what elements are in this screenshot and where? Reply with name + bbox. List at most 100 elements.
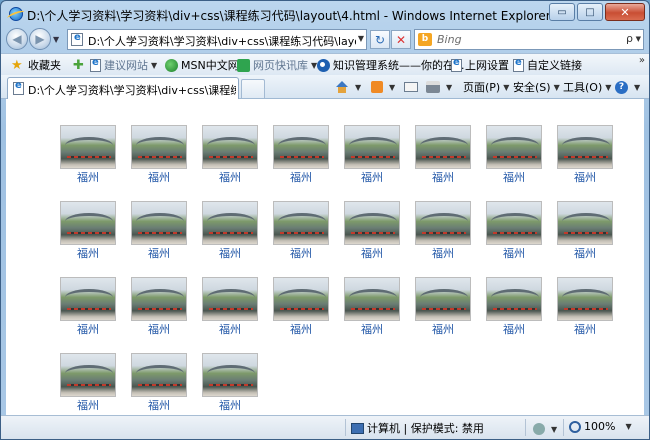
thumbnail-item[interactable]: 福州 (344, 277, 400, 336)
thumbnail-image[interactable] (202, 277, 258, 321)
thumbnail-caption[interactable]: 福州 (202, 399, 258, 412)
thumbnail-image[interactable] (486, 201, 542, 245)
thumbnail-caption[interactable]: 福州 (486, 247, 542, 260)
thumbnail-caption[interactable]: 福州 (557, 171, 613, 184)
forward-button[interactable]: ▶ (29, 28, 51, 50)
thumbnail-caption[interactable]: 福州 (344, 247, 400, 260)
thumbnail-image[interactable] (415, 125, 471, 169)
thumbnail-item[interactable]: 福州 (344, 125, 400, 184)
thumbnail-caption[interactable]: 福州 (344, 323, 400, 336)
close-button[interactable]: ✕ (605, 3, 645, 21)
thumbnail-image[interactable] (131, 353, 187, 397)
thumbnail-image[interactable] (273, 201, 329, 245)
thumbnail-caption[interactable]: 福州 (486, 323, 542, 336)
safety-menu[interactable]: 安全(S) ▼ (513, 78, 560, 96)
print-button[interactable]: ▼ (426, 78, 452, 96)
zoom-control[interactable]: 100% ▼ (569, 420, 632, 433)
thumbnail-caption[interactable]: 福州 (202, 171, 258, 184)
maximize-button[interactable]: □ (577, 3, 603, 21)
thumbnail-caption[interactable]: 福州 (415, 171, 471, 184)
thumbnail-image[interactable] (131, 125, 187, 169)
thumbnail-image[interactable] (415, 277, 471, 321)
page-menu[interactable]: 页面(P) ▼ (463, 78, 509, 96)
thumbnail-item[interactable]: 福州 (131, 353, 187, 412)
thumbnail-caption[interactable]: 福州 (486, 171, 542, 184)
tools-menu[interactable]: 工具(O) ▼ (563, 78, 611, 96)
thumbnail-caption[interactable]: 福州 (202, 247, 258, 260)
thumbnail-caption[interactable]: 福州 (415, 247, 471, 260)
thumbnail-item[interactable]: 福州 (131, 201, 187, 260)
thumbnail-caption[interactable]: 福州 (557, 323, 613, 336)
search-box[interactable]: b Bing ρ ▼ (414, 29, 644, 50)
thumbnail-image[interactable] (202, 353, 258, 397)
thumbnail-image[interactable] (60, 353, 116, 397)
thumbnail-item[interactable]: 福州 (486, 201, 542, 260)
thumbnail-image[interactable] (557, 277, 613, 321)
thumbnail-item[interactable]: 福州 (60, 353, 116, 412)
thumbnail-caption[interactable]: 福州 (131, 247, 187, 260)
help-button[interactable]: ? ▼ (615, 78, 640, 96)
thumbnail-item[interactable]: 福州 (273, 125, 329, 184)
knowledge-system-link[interactable]: 知识管理系统——你的在... (317, 57, 465, 73)
address-bar[interactable]: D:\个人学习资料\学习资料\div+css\课程练习代码\layout\4.h… (67, 29, 367, 50)
thumbnail-item[interactable]: 福州 (60, 201, 116, 260)
mail-button[interactable] (404, 78, 421, 96)
thumbnail-caption[interactable]: 福州 (273, 247, 329, 260)
thumbnail-image[interactable] (344, 277, 400, 321)
recent-pages-dropdown[interactable]: ▼ (53, 35, 59, 44)
thumbnail-item[interactable]: 福州 (273, 201, 329, 260)
thumbnail-item[interactable]: 福州 (202, 353, 258, 412)
thumbnail-item[interactable]: 福州 (273, 277, 329, 336)
home-button[interactable]: ▼ (335, 78, 361, 96)
thumbnail-image[interactable] (557, 125, 613, 169)
thumbnail-item[interactable]: 福州 (415, 125, 471, 184)
thumbnail-caption[interactable]: 福州 (344, 171, 400, 184)
thumbnail-item[interactable]: 福州 (557, 125, 613, 184)
web-slice-gallery-link[interactable]: 网页快讯库 ▼ (237, 57, 317, 73)
thumbnail-item[interactable]: 福州 (131, 125, 187, 184)
thumbnail-image[interactable] (415, 201, 471, 245)
thumbnail-image[interactable] (486, 125, 542, 169)
thumbnail-image[interactable] (273, 125, 329, 169)
chevron-down-icon[interactable]: ▼ (358, 34, 364, 43)
thumbnail-image[interactable] (202, 201, 258, 245)
thumbnail-item[interactable]: 福州 (202, 125, 258, 184)
internet-settings-link[interactable]: 上网设置 (451, 57, 509, 73)
protected-mode-button[interactable]: ▼ (533, 420, 557, 438)
stop-button[interactable]: ✕ (391, 30, 411, 49)
thumbnail-item[interactable]: 福州 (415, 201, 471, 260)
feeds-button[interactable]: ▼ (371, 78, 395, 96)
thumbnail-image[interactable] (557, 201, 613, 245)
thumbnail-item[interactable]: 福州 (202, 201, 258, 260)
custom-links-link[interactable]: 自定义链接 (513, 57, 582, 73)
thumbnail-caption[interactable]: 福州 (131, 171, 187, 184)
favorites-button[interactable]: ★ 收藏夹 (11, 57, 61, 73)
thumbnail-image[interactable] (131, 201, 187, 245)
search-icon[interactable]: ρ (626, 32, 633, 45)
thumbnail-caption[interactable]: 福州 (202, 323, 258, 336)
thumbnail-item[interactable]: 福州 (557, 277, 613, 336)
thumbnail-item[interactable]: 福州 (415, 277, 471, 336)
tab-current[interactable]: D:\个人学习资料\学习资料\div+css\课程练习代... (7, 77, 239, 99)
thumbnail-item[interactable]: 福州 (131, 277, 187, 336)
back-button[interactable]: ◀ (6, 28, 28, 50)
thumbnail-caption[interactable]: 福州 (60, 171, 116, 184)
chevron-down-icon[interactable]: ▼ (636, 35, 641, 43)
thumbnail-image[interactable] (273, 277, 329, 321)
minimize-button[interactable]: ▭ (549, 3, 575, 21)
thumbnail-image[interactable] (60, 201, 116, 245)
thumbnail-image[interactable] (131, 277, 187, 321)
thumbnail-item[interactable]: 福州 (557, 201, 613, 260)
suggested-sites-link[interactable]: ✚ 建议网站 ▼ (73, 57, 157, 73)
thumbnail-image[interactable] (344, 201, 400, 245)
thumbnail-image[interactable] (344, 125, 400, 169)
thumbnail-caption[interactable]: 福州 (60, 399, 116, 412)
search-input[interactable]: Bing (437, 33, 462, 46)
refresh-button[interactable]: ↻ (370, 30, 390, 49)
overflow-chevron-icon[interactable]: » (639, 55, 645, 66)
thumbnail-image[interactable] (60, 277, 116, 321)
thumbnail-item[interactable]: 福州 (486, 125, 542, 184)
thumbnail-caption[interactable]: 福州 (60, 247, 116, 260)
thumbnail-image[interactable] (202, 125, 258, 169)
thumbnail-image[interactable] (60, 125, 116, 169)
